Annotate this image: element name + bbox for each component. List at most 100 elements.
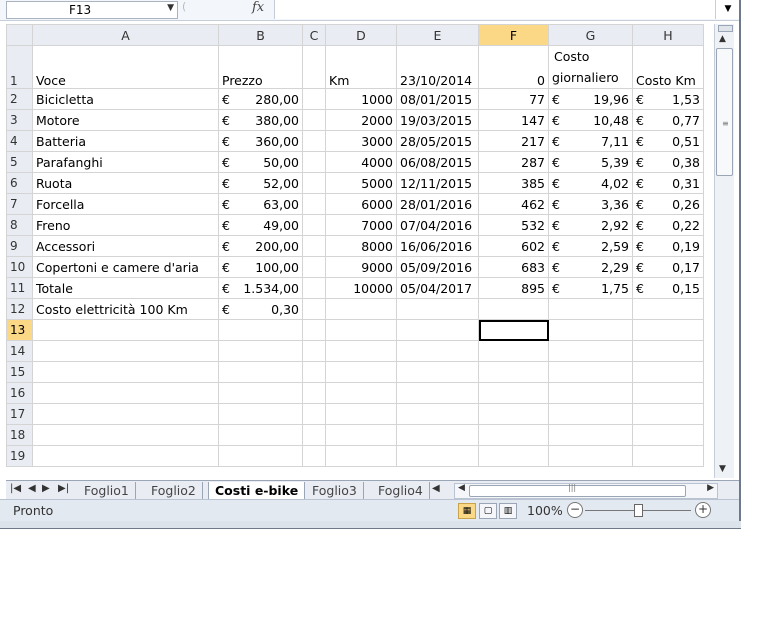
empty-cell[interactable] [478,403,549,425]
cell-km[interactable]: 7000 [325,214,397,236]
cell-empty-c[interactable] [302,256,326,278]
row-header[interactable]: 16 [6,382,33,404]
last-sheet-icon[interactable]: ▶| [58,483,69,494]
formula-bar-resize-icon[interactable]: ( [182,0,198,16]
cell-prezzo[interactable]: €360,00 [218,130,303,152]
next-sheet-icon[interactable]: ▶ [42,483,50,494]
cell-daily-cost[interactable]: €2,29 [548,256,633,278]
cell-date[interactable]: 12/11/2015 [396,172,479,194]
cell-a1[interactable]: Voce [32,45,219,89]
cell-km[interactable]: 3000 [325,130,397,152]
empty-cell[interactable] [478,361,549,383]
scroll-down-icon[interactable]: ▼ [719,464,726,474]
vertical-scroll-thumb[interactable]: ≡ [716,48,733,176]
cell-voce[interactable]: Freno [32,214,219,236]
empty-cell[interactable] [32,445,219,467]
cell-voce[interactable]: Parafanghi [32,151,219,173]
row-header[interactable]: 11 [6,277,33,299]
row-header[interactable]: 17 [6,403,33,425]
cell-h1[interactable]: Costo Km [632,45,704,89]
empty-cell[interactable] [396,319,479,341]
cell-empty-c[interactable] [302,277,326,299]
cell-date[interactable]: 05/04/2017 [396,277,479,299]
cell-prezzo[interactable]: €280,00 [218,88,303,110]
cell-km[interactable]: 9000 [325,256,397,278]
empty-cell[interactable] [218,361,303,383]
cell-empty-c[interactable] [302,88,326,110]
empty-cell[interactable] [32,340,219,362]
cell-voce[interactable]: Copertoni e camere d'aria [32,256,219,278]
empty-cell[interactable] [302,319,326,341]
empty-cell[interactable] [218,340,303,362]
empty-cell[interactable] [548,382,633,404]
row-header[interactable]: 7 [6,193,33,215]
cell-empty-c[interactable] [302,298,326,320]
empty-cell[interactable] [325,445,397,467]
cell-voce[interactable]: Costo elettricità 100 Km [32,298,219,320]
cell-e1[interactable]: 23/10/2014 [396,45,479,89]
empty-cell[interactable] [218,424,303,446]
empty-cell[interactable] [548,445,633,467]
insert-sheet-icon[interactable]: ◀ [432,483,440,494]
horizontal-scroll-thumb[interactable]: ||| [469,483,686,497]
sheet-tab-foglio4[interactable]: Foglio4 [372,482,430,499]
cell-voce[interactable]: Motore [32,109,219,131]
empty-cell[interactable] [396,340,479,362]
cell-prezzo[interactable]: €380,00 [218,109,303,131]
empty-cell[interactable] [325,424,397,446]
cell-empty-c[interactable] [302,172,326,194]
row-header[interactable]: 3 [6,109,33,131]
cell-cost-km[interactable]: €0,31 [632,172,704,194]
row-header[interactable]: 10 [6,256,33,278]
name-box[interactable]: F13 ▼ [6,1,178,19]
cell-daily-cost[interactable]: €5,39 [548,151,633,173]
cell-empty-c[interactable] [302,235,326,257]
horizontal-scrollbar[interactable]: ◀ ||| ▶ [454,483,718,499]
row-header[interactable]: 12 [6,298,33,320]
column-header-h[interactable]: H [632,24,704,46]
empty-cell[interactable] [302,403,326,425]
column-header-d[interactable]: D [325,24,397,46]
cell-date[interactable]: 28/01/2016 [396,193,479,215]
cell-daily-cost[interactable]: €7,11 [548,130,633,152]
cell-km[interactable]: 2000 [325,109,397,131]
cell-voce[interactable]: Accessori [32,235,219,257]
empty-cell[interactable] [218,445,303,467]
prev-sheet-icon[interactable]: ◀ [28,483,36,494]
empty-cell[interactable] [478,340,549,362]
cell-date[interactable] [396,298,479,320]
empty-cell[interactable] [478,445,549,467]
cell-empty-c[interactable] [302,109,326,131]
cell-days[interactable]: 602 [478,235,549,257]
empty-cell[interactable] [32,361,219,383]
empty-cell[interactable] [325,319,397,341]
empty-cell[interactable] [632,424,704,446]
empty-cell[interactable] [218,319,303,341]
empty-cell[interactable] [325,361,397,383]
normal-view-icon[interactable]: ▦ [458,503,476,519]
cell-km[interactable] [325,298,397,320]
cell-daily-cost[interactable]: €19,96 [548,88,633,110]
empty-cell[interactable] [632,403,704,425]
page-layout-view-icon[interactable]: ▢ [479,503,497,519]
page-break-view-icon[interactable]: ▥ [499,503,517,519]
cell-cost-km[interactable]: €0,38 [632,151,704,173]
empty-cell[interactable] [478,382,549,404]
empty-cell[interactable] [325,340,397,362]
empty-cell[interactable] [325,382,397,404]
cell-days[interactable]: 895 [478,277,549,299]
cell-daily-cost[interactable] [548,298,633,320]
empty-cell[interactable] [548,424,633,446]
cell-voce[interactable]: Batteria [32,130,219,152]
empty-cell[interactable] [32,424,219,446]
empty-cell[interactable] [302,424,326,446]
scroll-right-icon[interactable]: ▶ [707,483,714,493]
cell-f1[interactable]: 0 [478,45,549,89]
sheet-tab-foglio2[interactable]: Foglio2 [145,482,203,499]
cell-voce[interactable]: Ruota [32,172,219,194]
cell-km[interactable]: 5000 [325,172,397,194]
empty-cell[interactable] [396,403,479,425]
split-box[interactable] [718,25,733,32]
active-cell[interactable] [478,319,549,341]
cell-date[interactable]: 05/09/2016 [396,256,479,278]
